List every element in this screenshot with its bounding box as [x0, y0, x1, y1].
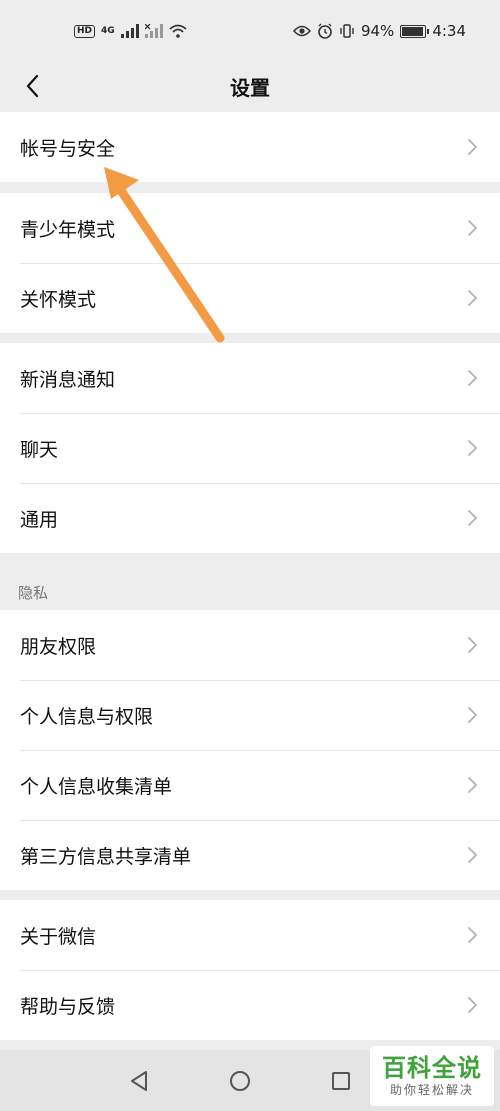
battery-percent: 94% [360, 22, 395, 40]
settings-row-youth-mode[interactable]: 青少年模式 [0, 193, 500, 263]
eye-icon [292, 25, 311, 37]
watermark-subtitle: 助你轻松解决 [389, 1083, 474, 1097]
square-recents-icon [332, 1071, 350, 1090]
settings-row-third-party-sharing[interactable]: 第三方信息共享清单 [0, 820, 500, 890]
settings-row-general[interactable]: 通用 [0, 483, 500, 553]
settings-row-personal-info-collection[interactable]: 个人信息收集清单 [0, 750, 500, 820]
back-button[interactable] [14, 68, 50, 104]
chevron-right-icon [468, 510, 477, 526]
watermark: 百科全说 助你轻松解决 [370, 1046, 494, 1106]
row-label: 通用 [20, 508, 59, 531]
nav-bar: 设置 [0, 62, 500, 110]
signal-icon [120, 24, 139, 38]
chevron-right-icon [468, 290, 477, 306]
chevron-right-icon [468, 637, 477, 653]
hd-badge: HD [74, 24, 96, 38]
chevron-left-icon [26, 74, 39, 98]
section-label-privacy: 隐私 [18, 584, 49, 602]
row-label: 聊天 [20, 438, 59, 461]
row-label: 帐号与安全 [20, 137, 116, 160]
row-label: 关于微信 [20, 925, 97, 948]
system-back-button[interactable] [129, 1070, 149, 1092]
settings-row-personal-info-permissions[interactable]: 个人信息与权限 [0, 680, 500, 750]
chevron-right-icon [468, 707, 477, 723]
wifi-icon [169, 24, 187, 38]
system-recents-button[interactable] [331, 1071, 351, 1091]
row-label: 青少年模式 [20, 218, 116, 241]
row-label: 朋友权限 [20, 635, 97, 658]
chevron-right-icon [468, 847, 477, 863]
settings-row-notifications[interactable]: 新消息通知 [0, 343, 500, 413]
chevron-right-icon [468, 440, 477, 456]
settings-group-privacy: 朋友权限 个人信息与权限 个人信息收集清单 第三方信息共享清单 [0, 610, 500, 890]
signal-no-service-icon [144, 24, 163, 38]
settings-group-general: 新消息通知 聊天 通用 [0, 343, 500, 553]
row-label: 关怀模式 [20, 288, 97, 311]
battery-icon [400, 24, 430, 38]
row-label: 新消息通知 [20, 368, 116, 391]
system-home-button[interactable] [229, 1070, 251, 1092]
settings-group-modes: 青少年模式 关怀模式 [0, 193, 500, 333]
settings-row-about-wechat[interactable]: 关于微信 [0, 900, 500, 970]
circle-home-icon [230, 1070, 250, 1091]
settings-row-help-feedback[interactable]: 帮助与反馈 [0, 970, 500, 1040]
settings-group-about: 关于微信 帮助与反馈 [0, 900, 500, 1040]
settings-row-chat[interactable]: 聊天 [0, 413, 500, 483]
alarm-icon [318, 23, 332, 39]
watermark-title: 百科全说 [382, 1054, 482, 1082]
status-bar: HD 4G 94% 4:34 [0, 0, 500, 62]
battery-fill [402, 26, 423, 36]
settings-row-friend-permissions[interactable]: 朋友权限 [0, 610, 500, 680]
triangle-back-icon [131, 1070, 147, 1091]
row-label: 个人信息收集清单 [20, 775, 173, 798]
chevron-right-icon [468, 997, 477, 1013]
network-type: 4G [101, 26, 115, 36]
settings-row-account-security[interactable]: 帐号与安全 [0, 112, 500, 182]
status-left: HD 4G [74, 24, 187, 38]
chevron-right-icon [468, 220, 477, 236]
status-right: 94% 4:34 [292, 22, 466, 40]
chevron-right-icon [468, 139, 477, 155]
page-title: 设置 [230, 75, 270, 100]
chevron-right-icon [468, 777, 477, 793]
chevron-right-icon [468, 370, 477, 386]
vibrate-icon [340, 24, 354, 38]
chevron-right-icon [468, 927, 477, 943]
settings-row-care-mode[interactable]: 关怀模式 [0, 263, 500, 333]
settings-group-account: 帐号与安全 [0, 112, 500, 182]
row-label: 个人信息与权限 [20, 705, 154, 728]
clock: 4:34 [432, 22, 466, 40]
row-label: 第三方信息共享清单 [20, 845, 192, 868]
row-label: 帮助与反馈 [20, 995, 116, 1018]
